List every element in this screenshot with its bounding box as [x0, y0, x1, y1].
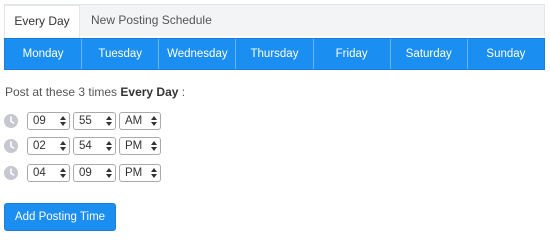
- clock-icon: [4, 166, 18, 180]
- period-select[interactable]: AM: [119, 112, 161, 130]
- select-arrows-icon: [106, 140, 112, 152]
- minute-value: 54: [79, 140, 92, 152]
- clock-icon: [4, 139, 18, 153]
- hour-select[interactable]: 09: [27, 112, 70, 130]
- hour-select[interactable]: 04: [27, 164, 70, 182]
- tab-new-posting-schedule[interactable]: New Posting Schedule: [91, 5, 212, 37]
- day-thursday[interactable]: Thursday: [236, 39, 314, 69]
- select-arrows-icon: [151, 167, 157, 179]
- period-select[interactable]: PM: [119, 164, 161, 182]
- select-arrows-icon: [106, 167, 112, 179]
- day-selector: Monday Tuesday Wednesday Thursday Friday…: [4, 38, 545, 70]
- select-arrows-icon: [60, 167, 66, 179]
- clock-icon: [4, 114, 18, 128]
- caption-prefix: Post at these 3 times: [5, 85, 118, 99]
- day-friday[interactable]: Friday: [314, 39, 391, 69]
- day-wednesday[interactable]: Wednesday: [159, 39, 237, 69]
- select-arrows-icon: [60, 140, 66, 152]
- schedule-caption: Post at these 3 times Every Day :: [5, 85, 185, 99]
- select-arrows-icon: [151, 140, 157, 152]
- hour-select[interactable]: 02: [27, 137, 70, 155]
- time-row: 04 09 PM: [4, 164, 164, 182]
- period-select[interactable]: PM: [119, 137, 161, 155]
- time-row: 09 55 AM: [4, 112, 164, 130]
- day-tuesday[interactable]: Tuesday: [82, 39, 160, 69]
- hour-value: 04: [33, 167, 46, 179]
- minute-select[interactable]: 54: [73, 137, 116, 155]
- caption-emphasis: Every Day: [120, 85, 179, 99]
- minute-value: 55: [79, 115, 92, 127]
- tab-every-day[interactable]: Every Day: [4, 5, 80, 38]
- period-value: PM: [125, 140, 143, 152]
- hour-value: 02: [33, 140, 46, 152]
- schedule-tabs: Every Day New Posting Schedule: [4, 4, 545, 38]
- hour-value: 09: [33, 115, 46, 127]
- select-arrows-icon: [151, 115, 157, 127]
- select-arrows-icon: [106, 115, 112, 127]
- time-row: 02 54 PM: [4, 137, 164, 155]
- minute-value: 09: [79, 167, 92, 179]
- add-posting-time-button[interactable]: Add Posting Time: [4, 203, 116, 231]
- day-sunday[interactable]: Sunday: [468, 39, 544, 69]
- caption-suffix: :: [178, 85, 186, 99]
- period-value: AM: [125, 115, 143, 127]
- period-value: PM: [125, 167, 143, 179]
- select-arrows-icon: [60, 115, 66, 127]
- day-monday[interactable]: Monday: [5, 39, 83, 69]
- minute-select[interactable]: 09: [73, 164, 116, 182]
- minute-select[interactable]: 55: [73, 112, 116, 130]
- day-saturday[interactable]: Saturday: [391, 39, 468, 69]
